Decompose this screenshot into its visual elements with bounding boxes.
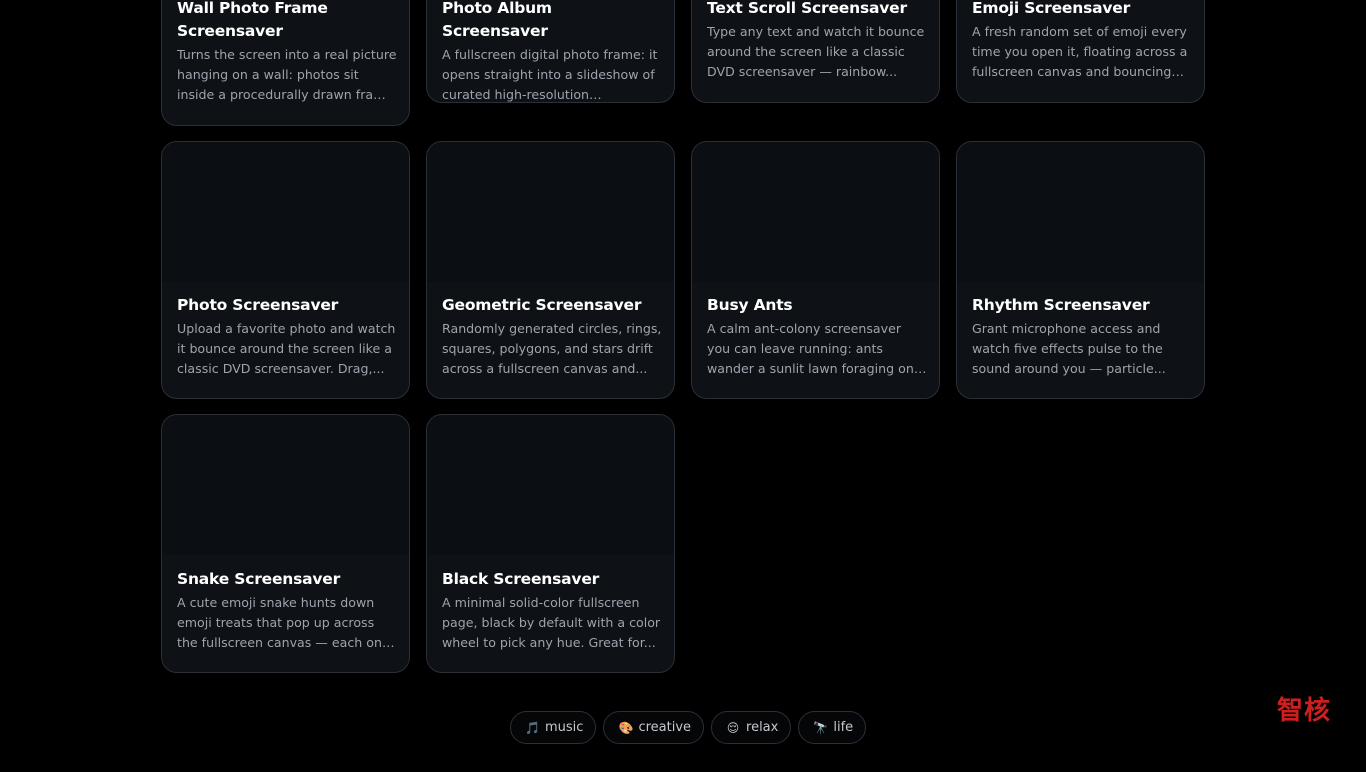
tag-label: relax xyxy=(746,720,779,735)
card-title: Geometric Screensaver xyxy=(442,296,642,314)
watermark-logo: 智核 xyxy=(1277,696,1332,726)
music-note-icon: 🎵 xyxy=(525,720,540,735)
telescope-icon: 🔭 xyxy=(813,720,829,735)
tag-creative[interactable]: 🎨 creative xyxy=(603,711,705,744)
tag-label: music xyxy=(545,720,584,735)
card-description: Randomly generated circles, rings, squar… xyxy=(442,321,662,376)
card-thumbnail xyxy=(162,142,409,282)
card-description: A fresh random set of emoji every time y… xyxy=(972,24,1188,79)
screensaver-card[interactable]: Busy Ants A calm ant-colony screensaver … xyxy=(691,141,940,399)
card-description: Type any text and watch it bounce around… xyxy=(707,24,925,79)
screensaver-card[interactable]: Snake Screensaver A cute emoji snake hun… xyxy=(161,414,410,673)
card-title: Text Scroll Screensaver xyxy=(707,0,907,17)
screensaver-card[interactable]: Text Scroll Screensaver Type any text an… xyxy=(691,0,940,103)
card-title: Busy Ants xyxy=(707,296,793,314)
tag-list: 🎵 music 🎨 creative 😌 relax 🔭 life xyxy=(510,711,867,744)
card-thumbnail xyxy=(162,415,409,555)
card-title: Photo Album Screensaver xyxy=(442,0,552,40)
card-thumbnail xyxy=(692,142,939,282)
screensaver-card[interactable]: Wall Photo Frame Screensaver Turns the s… xyxy=(161,0,410,126)
screensaver-card[interactable]: Emoji Screensaver A fresh random set of … xyxy=(956,0,1205,103)
tag-label: life xyxy=(833,720,854,735)
card-title: Rhythm Screensaver xyxy=(972,296,1150,314)
card-description: A minimal solid-color fullscreen page, b… xyxy=(442,595,661,650)
card-description: Grant microphone access and watch five e… xyxy=(972,321,1166,376)
card-description: Upload a favorite photo and watch it bou… xyxy=(177,321,396,376)
card-description: A cute emoji snake hunts down emoji trea… xyxy=(177,595,390,650)
card-thumbnail xyxy=(427,142,674,282)
card-title: Wall Photo Frame Screensaver xyxy=(177,0,328,40)
tag-relax[interactable]: 😌 relax xyxy=(711,711,792,744)
card-title: Black Screensaver xyxy=(442,570,600,588)
tag-life[interactable]: 🔭 life xyxy=(798,711,867,744)
palette-icon: 🎨 xyxy=(618,720,634,735)
screensaver-card[interactable]: Photo Screensaver Upload a favorite phot… xyxy=(161,141,410,399)
card-description: A calm ant-colony screensaver you can le… xyxy=(707,321,914,376)
tag-music[interactable]: 🎵 music xyxy=(510,711,597,744)
card-thumbnail xyxy=(427,415,674,555)
screensaver-card[interactable]: Rhythm Screensaver Grant microphone acce… xyxy=(956,141,1205,399)
screensaver-card[interactable]: Photo Album Screensaver A fullscreen dig… xyxy=(426,0,675,103)
relieved-face-icon: 😌 xyxy=(726,720,740,735)
card-thumbnail xyxy=(957,142,1204,282)
card-description: Turns the screen into a real picture han… xyxy=(177,47,397,102)
screensaver-card[interactable]: Geometric Screensaver Randomly generated… xyxy=(426,141,675,399)
screensaver-card[interactable]: Black Screensaver A minimal solid-color … xyxy=(426,414,675,673)
card-title: Snake Screensaver xyxy=(177,570,341,588)
card-title: Photo Screensaver xyxy=(177,296,339,314)
card-description: A fullscreen digital photo frame: it ope… xyxy=(442,47,658,102)
card-title: Emoji Screensaver xyxy=(972,0,1131,17)
tag-label: creative xyxy=(638,720,692,735)
